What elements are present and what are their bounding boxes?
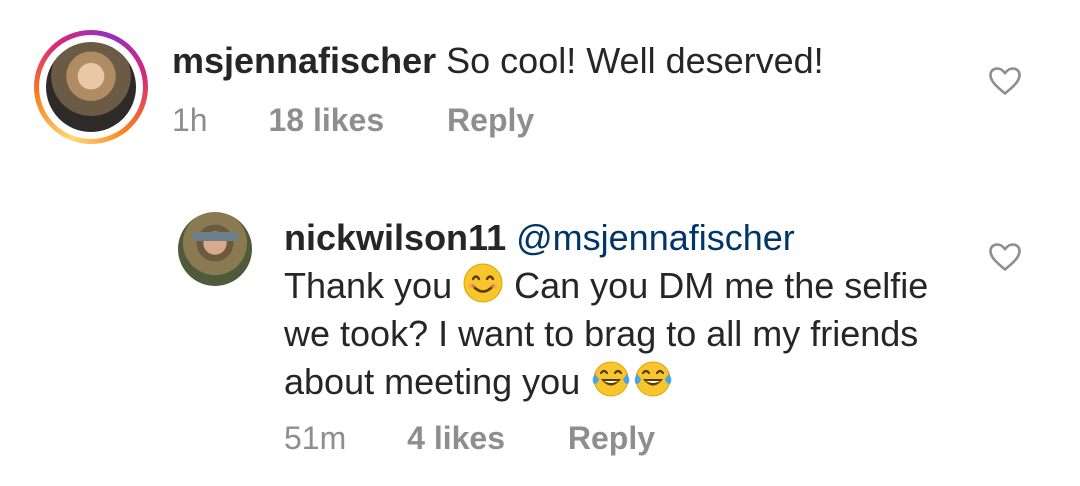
tears-of-joy-emoji-icon [592, 361, 630, 397]
comment-text-part1: Thank you [284, 265, 453, 306]
reply-comment-item: nickwilson11 @msjennafischer Thank you C… [0, 0, 1080, 456]
comment-username[interactable]: nickwilson11 [284, 217, 506, 258]
mention-link[interactable]: @msjennafischer [516, 217, 795, 258]
comment-likes[interactable]: 4 likes [407, 418, 505, 458]
comment-body: nickwilson11 @msjennafischer Thank you C… [284, 214, 984, 406]
reply-button[interactable]: Reply [568, 418, 655, 458]
comment-meta: 51m 4 likes Reply [284, 418, 655, 458]
heart-outline-icon[interactable] [988, 242, 1022, 272]
smiling-face-emoji-icon [463, 263, 503, 303]
tears-of-joy-emoji-icon [634, 361, 672, 397]
comment-time: 51m [284, 420, 347, 456]
avatar[interactable] [178, 212, 252, 286]
